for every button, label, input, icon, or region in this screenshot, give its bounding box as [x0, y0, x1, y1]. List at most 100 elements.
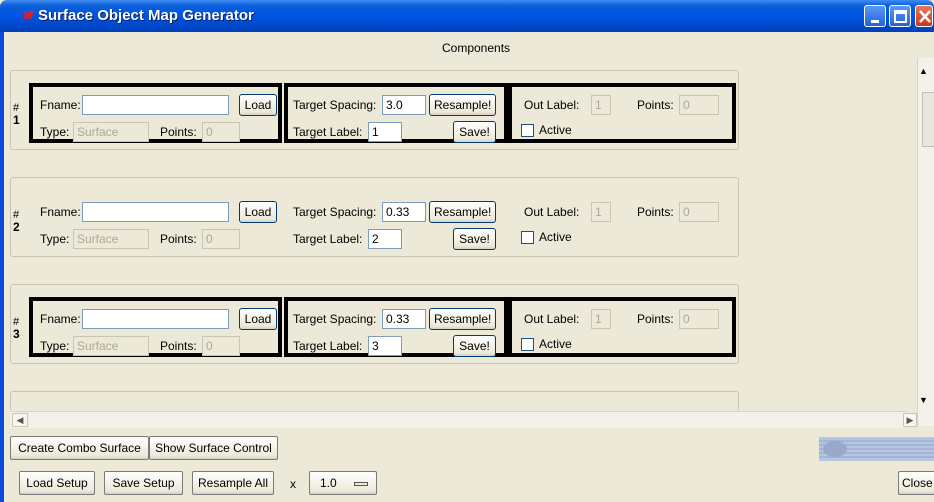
- load-button[interactable]: Load: [239, 308, 277, 330]
- points-label: Points:: [160, 125, 197, 139]
- target-label-label: Target Label:: [293, 339, 363, 353]
- out-label-field: 1: [591, 202, 611, 222]
- fname-label: Fname:: [40, 98, 81, 112]
- fname-input[interactable]: [82, 95, 229, 115]
- out-label-label: Out Label:: [524, 98, 580, 112]
- menu-indicator-icon: [354, 482, 368, 486]
- target-spacing-label: Target Spacing:: [293, 98, 377, 112]
- maximize-button[interactable]: [889, 5, 911, 27]
- type-field: Surface: [73, 336, 149, 356]
- load-setup-button[interactable]: Load Setup: [19, 471, 95, 495]
- target-spacing-input[interactable]: 0.33: [382, 202, 426, 222]
- target-spacing-input[interactable]: 3.0: [382, 95, 426, 115]
- out-label-field: 1: [591, 309, 611, 329]
- resample-group: Target Spacing: 0.33 Resample! Target La…: [284, 190, 508, 250]
- component-index: #1: [13, 102, 20, 127]
- component-panel-2: #2 Fname: Load Type: Surface Points: 0 T…: [10, 177, 739, 257]
- show-surface-control-button[interactable]: Show Surface Control: [149, 436, 278, 460]
- points-label: Points:: [160, 339, 197, 353]
- title-bar[interactable]: Surface Object Map Generator: [0, 0, 934, 32]
- out-points-field: 0: [679, 95, 719, 115]
- fname-label: Fname:: [40, 205, 81, 219]
- type-field: Surface: [73, 122, 149, 142]
- target-spacing-label: Target Spacing:: [293, 312, 377, 326]
- active-label: Active: [539, 123, 572, 137]
- out-label-label: Out Label:: [524, 312, 580, 326]
- window-title: Surface Object Map Generator: [38, 7, 254, 24]
- target-spacing-label: Target Spacing:: [293, 205, 377, 219]
- component-index: #2: [13, 209, 20, 234]
- file-group: Fname: Load Type: Surface Points: 0: [29, 190, 282, 250]
- type-label: Type:: [40, 125, 70, 139]
- out-points-label: Points:: [637, 205, 674, 219]
- target-label-label: Target Label:: [293, 125, 363, 139]
- file-group: Fname: Load Type: Surface Points: 0: [29, 83, 282, 143]
- resample-button[interactable]: Resample!: [429, 201, 496, 223]
- component-panel-4: [10, 391, 739, 411]
- file-group: Fname: Load Type: Surface Points: 0: [29, 297, 282, 357]
- horizontal-scrollbar[interactable]: [10, 411, 907, 428]
- load-button[interactable]: Load: [239, 201, 277, 223]
- resample-button[interactable]: Resample!: [429, 308, 496, 330]
- output-group: Out Label: 1 Points: 0 Active: [508, 297, 736, 357]
- window-border: [0, 32, 4, 502]
- save-button[interactable]: Save!: [453, 121, 496, 143]
- close-window-button[interactable]: [915, 5, 933, 27]
- out-points-label: Points:: [637, 98, 674, 112]
- close-button[interactable]: Close: [898, 471, 934, 495]
- scroll-down-icon[interactable]: ▼: [919, 395, 928, 405]
- components-heading: Components: [442, 41, 511, 55]
- points-field: 0: [202, 336, 240, 356]
- fname-label: Fname:: [40, 312, 81, 326]
- points-field: 0: [202, 229, 240, 249]
- target-label-input[interactable]: 2: [368, 229, 402, 249]
- active-label: Active: [539, 230, 572, 244]
- output-group: Out Label: 1 Points: 0 Active: [508, 190, 736, 250]
- resample-button[interactable]: Resample!: [429, 94, 496, 116]
- component-panel-3: #3 Fname: Load Type: Surface Points: 0 T…: [10, 284, 739, 364]
- out-label-label: Out Label:: [524, 205, 580, 219]
- fname-input[interactable]: [82, 309, 229, 329]
- active-checkbox[interactable]: [521, 338, 534, 351]
- out-points-field: 0: [679, 202, 719, 222]
- resample-group: Target Spacing: 3.0 Resample! Target Lab…: [284, 83, 508, 143]
- app-icon: [22, 11, 34, 19]
- create-combo-surface-button[interactable]: Create Combo Surface: [10, 436, 149, 460]
- save-setup-button[interactable]: Save Setup: [104, 471, 183, 495]
- type-label: Type:: [40, 339, 70, 353]
- maximize-icon: [894, 10, 907, 23]
- component-panel-1: #1 Fname: Load Type: Surface Points: 0 T…: [10, 70, 739, 150]
- type-field: Surface: [73, 229, 149, 249]
- active-label: Active: [539, 337, 572, 351]
- target-spacing-input[interactable]: 0.33: [382, 309, 426, 329]
- vertical-scroll-thumb[interactable]: [922, 92, 934, 147]
- scale-value: 1.0: [320, 476, 337, 490]
- resample-all-button[interactable]: Resample All: [192, 471, 274, 495]
- scale-factor-menu[interactable]: 1.0: [309, 471, 377, 495]
- type-label: Type:: [40, 232, 70, 246]
- minimize-icon: [871, 20, 879, 23]
- scroll-up-icon[interactable]: ▲: [919, 66, 928, 76]
- target-label-label: Target Label:: [293, 232, 363, 246]
- load-button[interactable]: Load: [239, 94, 277, 116]
- scroll-right-icon[interactable]: ▶: [903, 413, 917, 427]
- save-button[interactable]: Save!: [453, 228, 496, 250]
- out-points-label: Points:: [637, 312, 674, 326]
- resample-group: Target Spacing: 0.33 Resample! Target La…: [284, 297, 508, 357]
- points-field: 0: [202, 122, 240, 142]
- minimize-button[interactable]: [864, 5, 886, 27]
- points-label: Points:: [160, 232, 197, 246]
- logo-icon: [819, 437, 934, 461]
- component-index: #3: [13, 316, 20, 341]
- active-checkbox[interactable]: [521, 124, 534, 137]
- active-checkbox[interactable]: [521, 231, 534, 244]
- scale-x-label: x: [290, 477, 296, 491]
- close-icon: [919, 10, 931, 23]
- target-label-input[interactable]: 1: [368, 122, 402, 142]
- fname-input[interactable]: [82, 202, 229, 222]
- output-group: Out Label: 1 Points: 0 Active: [508, 83, 736, 143]
- out-label-field: 1: [591, 95, 611, 115]
- target-label-input[interactable]: 3: [368, 336, 402, 356]
- scroll-left-icon[interactable]: ◀: [12, 413, 28, 427]
- save-button[interactable]: Save!: [453, 335, 496, 357]
